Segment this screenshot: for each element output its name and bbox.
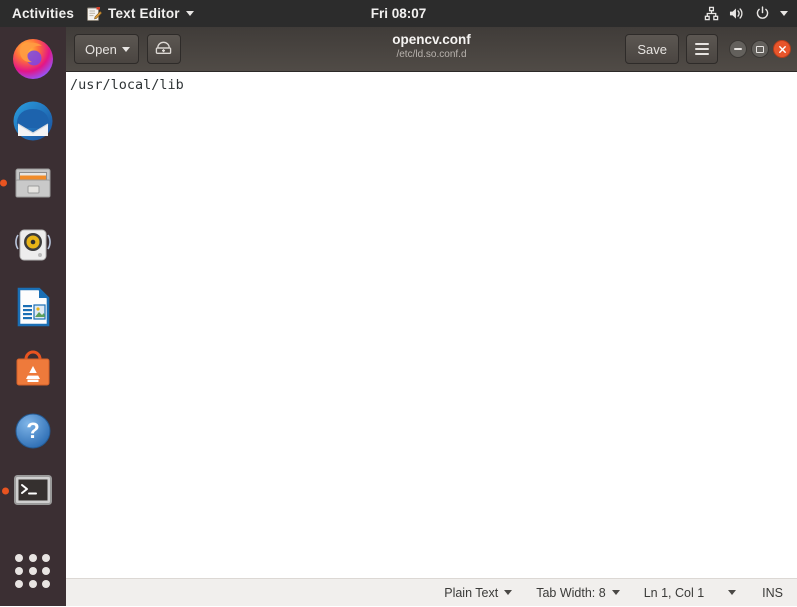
volume-icon[interactable] [729,6,745,21]
dock-item-rhythmbox[interactable] [9,221,57,269]
svg-text:?: ? [26,418,39,443]
app-menu-label: Text Editor [108,6,180,21]
status-bar: Plain Text Tab Width: 8 Ln 1, Col 1 INS [66,578,797,606]
maximize-button[interactable] [751,40,769,58]
tab-width-label: Tab Width: 8 [536,585,606,600]
chevron-down-icon [504,590,513,595]
grid-dot [15,567,23,575]
minimize-button[interactable] [729,40,747,58]
power-icon[interactable] [755,6,770,21]
activities-label: Activities [12,6,75,21]
grid-dot [42,554,51,562]
document-content[interactable]: /usr/local/lib [66,72,797,94]
chevron-down-icon [728,590,737,595]
dock-item-thunderbird[interactable] [9,97,57,145]
dock-item-help[interactable]: ? [9,407,57,455]
chevron-down-icon [121,46,130,52]
grid-dot [15,580,23,588]
insert-mode-indicator: INS [748,579,785,607]
position-dropdown[interactable] [716,579,748,607]
chevron-down-icon [185,11,194,16]
tab-width-selector[interactable]: Tab Width: 8 [524,579,631,607]
notepad-icon [86,6,103,22]
grid-dot [42,580,51,588]
close-button[interactable] [773,40,791,58]
grid-dot [15,554,23,562]
header-bar-right: Save [625,34,791,64]
dock-item-firefox[interactable] [9,35,57,83]
open-button-label: Open [85,41,117,57]
save-button-label: Save [637,41,667,57]
hamburger-menu-icon [695,43,709,55]
insert-mode-label: INS [762,585,783,600]
grid-dot [28,554,37,562]
grid-dot [28,567,37,575]
running-indicator [0,179,7,187]
show-applications-button[interactable] [15,554,51,588]
running-indicator [2,487,9,495]
new-document-icon [155,40,172,59]
dock-item-libreoffice-impress[interactable] [9,283,57,331]
dock-item-files[interactable] [0,159,57,207]
text-editor-area[interactable]: /usr/local/lib [66,72,797,578]
save-button[interactable]: Save [625,34,679,64]
open-button[interactable]: Open [74,34,139,64]
grid-dot [28,580,37,588]
dock-item-terminal[interactable] [2,469,55,513]
dock: ? [0,27,66,606]
window-controls [729,40,791,58]
text-editor-window: Open opencv.conf /etc/ld.so.conf.d Save [66,27,797,606]
system-tray[interactable] [704,0,788,27]
grid-dot [42,567,51,575]
network-icon[interactable] [704,6,719,21]
language-label: Plain Text [444,585,499,600]
dock-item-ubuntu-software[interactable] [9,345,57,393]
window-header-bar: Open opencv.conf /etc/ld.so.conf.d Save [66,27,797,72]
activities-button[interactable]: Activities [0,6,86,21]
cursor-position-label: Ln 1, Col 1 [643,585,705,600]
app-menu-button[interactable]: Text Editor [86,6,194,22]
new-document-button[interactable] [146,34,181,64]
chevron-down-icon [611,590,620,595]
cursor-position[interactable]: Ln 1, Col 1 [632,579,716,607]
language-selector[interactable]: Plain Text [432,579,524,607]
top-bar: Activities Text Editor Fri 08:07 [0,0,797,27]
chevron-down-icon[interactable] [780,11,788,16]
close-icon [778,45,786,53]
hamburger-menu-button[interactable] [686,34,718,64]
